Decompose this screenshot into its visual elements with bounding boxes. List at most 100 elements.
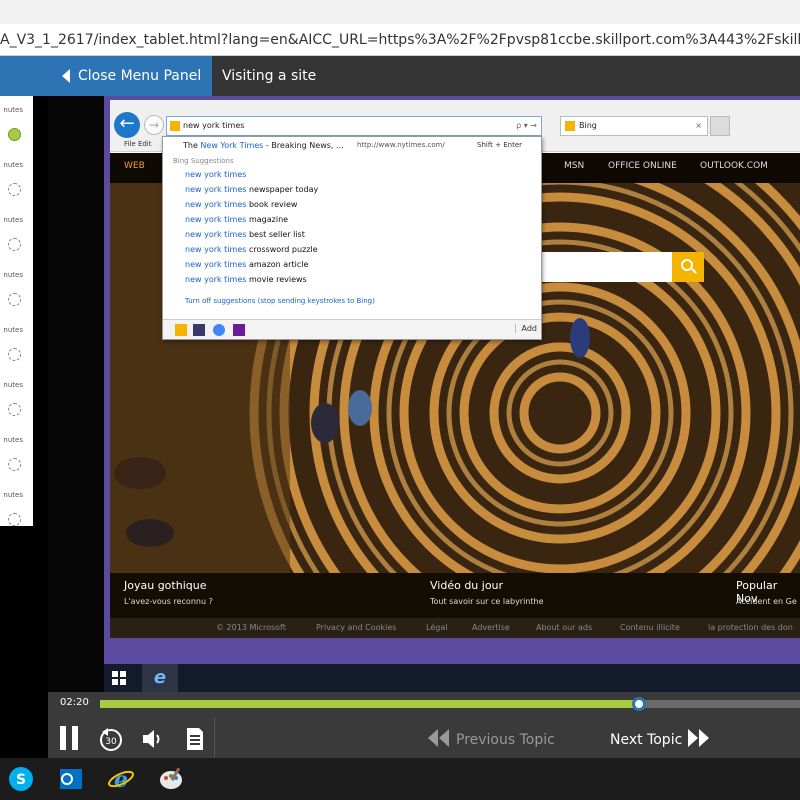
suggestions-header: Bing Suggestions: [173, 157, 234, 165]
tab-bing[interactable]: Bing ×: [560, 116, 708, 136]
bing-footer: © 2013 Microsoft Privacy and Cookies Légal…: [110, 618, 800, 638]
replay-30-button[interactable]: 30: [98, 726, 124, 752]
menu-item-duration: nutes: [3, 161, 23, 169]
double-chevron-right-icon: [688, 729, 710, 747]
bing-nav-item[interactable]: MSN: [564, 161, 584, 171]
ie-menubar[interactable]: File Edit: [124, 140, 152, 148]
google-provider-icon[interactable]: [213, 324, 225, 336]
suggestion-item[interactable]: new york times magazine: [185, 215, 288, 224]
volume-button[interactable]: [140, 726, 166, 752]
footer-link[interactable]: Advertise: [472, 623, 510, 632]
footer-link[interactable]: Contenu illicite: [620, 623, 680, 632]
menu-item-duration: nutes: [3, 326, 23, 334]
caption-subtitle[interactable]: Tout savoir sur ce labyrinthe: [430, 597, 544, 606]
footer-link[interactable]: © 2013 Microsoft: [216, 623, 286, 632]
menu-item[interactable]: nutes: [0, 322, 33, 372]
menu-item[interactable]: nutes: [0, 102, 33, 152]
tab-bing-label: Bing: [579, 121, 597, 130]
outlook-icon[interactable]: [56, 764, 86, 794]
caption-title[interactable]: Joyau gothique: [124, 579, 206, 592]
suggestion-item[interactable]: new york times amazon article: [185, 260, 308, 269]
page-title: Visiting a site: [222, 68, 317, 84]
previous-topic-label: Previous Topic: [456, 732, 555, 748]
next-topic-label: Next Topic: [610, 732, 683, 748]
ie-taskbar-icon[interactable]: e: [142, 664, 178, 692]
new-tab-button[interactable]: [710, 116, 730, 136]
arrow-left-icon: ←: [119, 113, 135, 134]
menu-item-duration: nutes: [3, 106, 23, 114]
forward-button[interactable]: →: [144, 115, 164, 135]
player-controls: 30 Previous Topic Next Topic: [48, 718, 800, 758]
elapsed-time: 02:20: [60, 697, 89, 708]
menu-item-duration: nutes: [3, 491, 23, 499]
previous-topic-button[interactable]: Previous Topic: [428, 729, 555, 748]
menu-item[interactable]: nutes: [0, 267, 33, 317]
ie-address-text: new york times: [183, 121, 245, 130]
bing-nav-item[interactable]: OFFICE ONLINE: [608, 161, 677, 171]
bing-search-button[interactable]: [672, 252, 704, 282]
suggestion-top-result[interactable]: The New York Times - Breaking News, ...: [183, 141, 344, 150]
suggestion-item[interactable]: new york times best seller list: [185, 230, 305, 239]
caption-band: Joyau gothique L'avez-vous reconnu ? Vidéo…: [110, 573, 800, 618]
menu-item[interactable]: nutes: [0, 157, 33, 207]
footer-link[interactable]: Privacy and Cookies: [316, 623, 396, 632]
windows-start-icon[interactable]: [112, 671, 126, 685]
incomplete-status-icon: [8, 348, 21, 361]
back-button[interactable]: ←: [114, 112, 140, 138]
svg-text:S: S: [16, 772, 26, 788]
paint-icon[interactable]: [156, 764, 186, 794]
caption-title[interactable]: Vidéo du jour: [430, 579, 503, 592]
chevron-left-icon: [62, 69, 70, 83]
search-providers-bar: Add: [163, 319, 541, 339]
incomplete-status-icon: [8, 513, 21, 526]
footer-link[interactable]: la protection des don: [708, 623, 793, 632]
incomplete-status-icon: [8, 238, 21, 251]
bing-logo-icon: [565, 121, 575, 131]
footer-link[interactable]: About our ads: [536, 623, 592, 632]
bing-nav-item[interactable]: OUTLOOK.COM: [700, 161, 768, 171]
incomplete-status-icon: [8, 403, 21, 416]
controls-divider: [214, 718, 215, 758]
provider-icon[interactable]: [193, 324, 205, 336]
incomplete-status-icon: [8, 458, 21, 471]
skype-icon[interactable]: S: [6, 764, 36, 794]
bing-nav-item[interactable]: WEB: [124, 161, 145, 171]
footer-link[interactable]: Légal: [426, 623, 447, 632]
add-provider-button[interactable]: Add: [514, 324, 537, 333]
shift-enter-hint: Shift + Enter: [477, 141, 523, 149]
suggestion-item[interactable]: new york times: [185, 170, 246, 179]
next-topic-button[interactable]: Next Topic: [610, 729, 710, 748]
menu-item-duration: nutes: [3, 381, 23, 389]
progress-thumb[interactable]: [632, 697, 646, 711]
incomplete-status-icon: [8, 183, 21, 196]
progress-row: 02:20: [48, 692, 800, 718]
close-menu-label: Close Menu Panel: [78, 68, 202, 84]
address-url: A_V3_1_2617/index_tablet.html?lang=en&AI…: [0, 32, 800, 48]
transcript-button[interactable]: [182, 726, 208, 752]
address-bar[interactable]: A_V3_1_2617/index_tablet.html?lang=en&AI…: [0, 24, 800, 56]
suggestion-item[interactable]: new york times book review: [185, 200, 297, 209]
close-tab-icon[interactable]: ×: [695, 117, 702, 135]
bing-provider-icon[interactable]: [175, 324, 187, 336]
menu-item[interactable]: nutes: [0, 432, 33, 482]
internet-explorer-icon[interactable]: e: [106, 764, 136, 794]
progress-track[interactable]: [100, 697, 800, 711]
menu-item-duration: nutes: [3, 216, 23, 224]
pause-button[interactable]: [58, 726, 84, 752]
close-menu-panel-button[interactable]: Close Menu Panel: [0, 56, 212, 96]
suggestion-item[interactable]: new york times crossword puzzle: [185, 245, 318, 254]
turn-off-suggestions-link[interactable]: Turn off suggestions (stop sending keyst…: [185, 297, 375, 305]
menu-item[interactable]: nutes: [0, 377, 33, 427]
pause-icon: [60, 726, 66, 750]
caption-subtitle[interactable]: L'avez-vous reconnu ?: [124, 597, 213, 606]
yahoo-provider-icon[interactable]: [233, 324, 245, 336]
caption-subtitle[interactable]: Accident en Ge: [736, 597, 797, 606]
address-tools[interactable]: ρ ▾ →: [516, 117, 537, 135]
suggestion-item[interactable]: new york times movie reviews: [185, 275, 307, 284]
menu-item[interactable]: nutes: [0, 212, 33, 262]
bing-logo-icon: [170, 121, 180, 131]
progress-fill: [100, 700, 639, 708]
suggestion-item[interactable]: new york times newspaper today: [185, 185, 318, 194]
ie-address-input[interactable]: new york times ρ ▾ →: [166, 116, 542, 136]
menu-item[interactable]: nutes: [0, 487, 33, 537]
